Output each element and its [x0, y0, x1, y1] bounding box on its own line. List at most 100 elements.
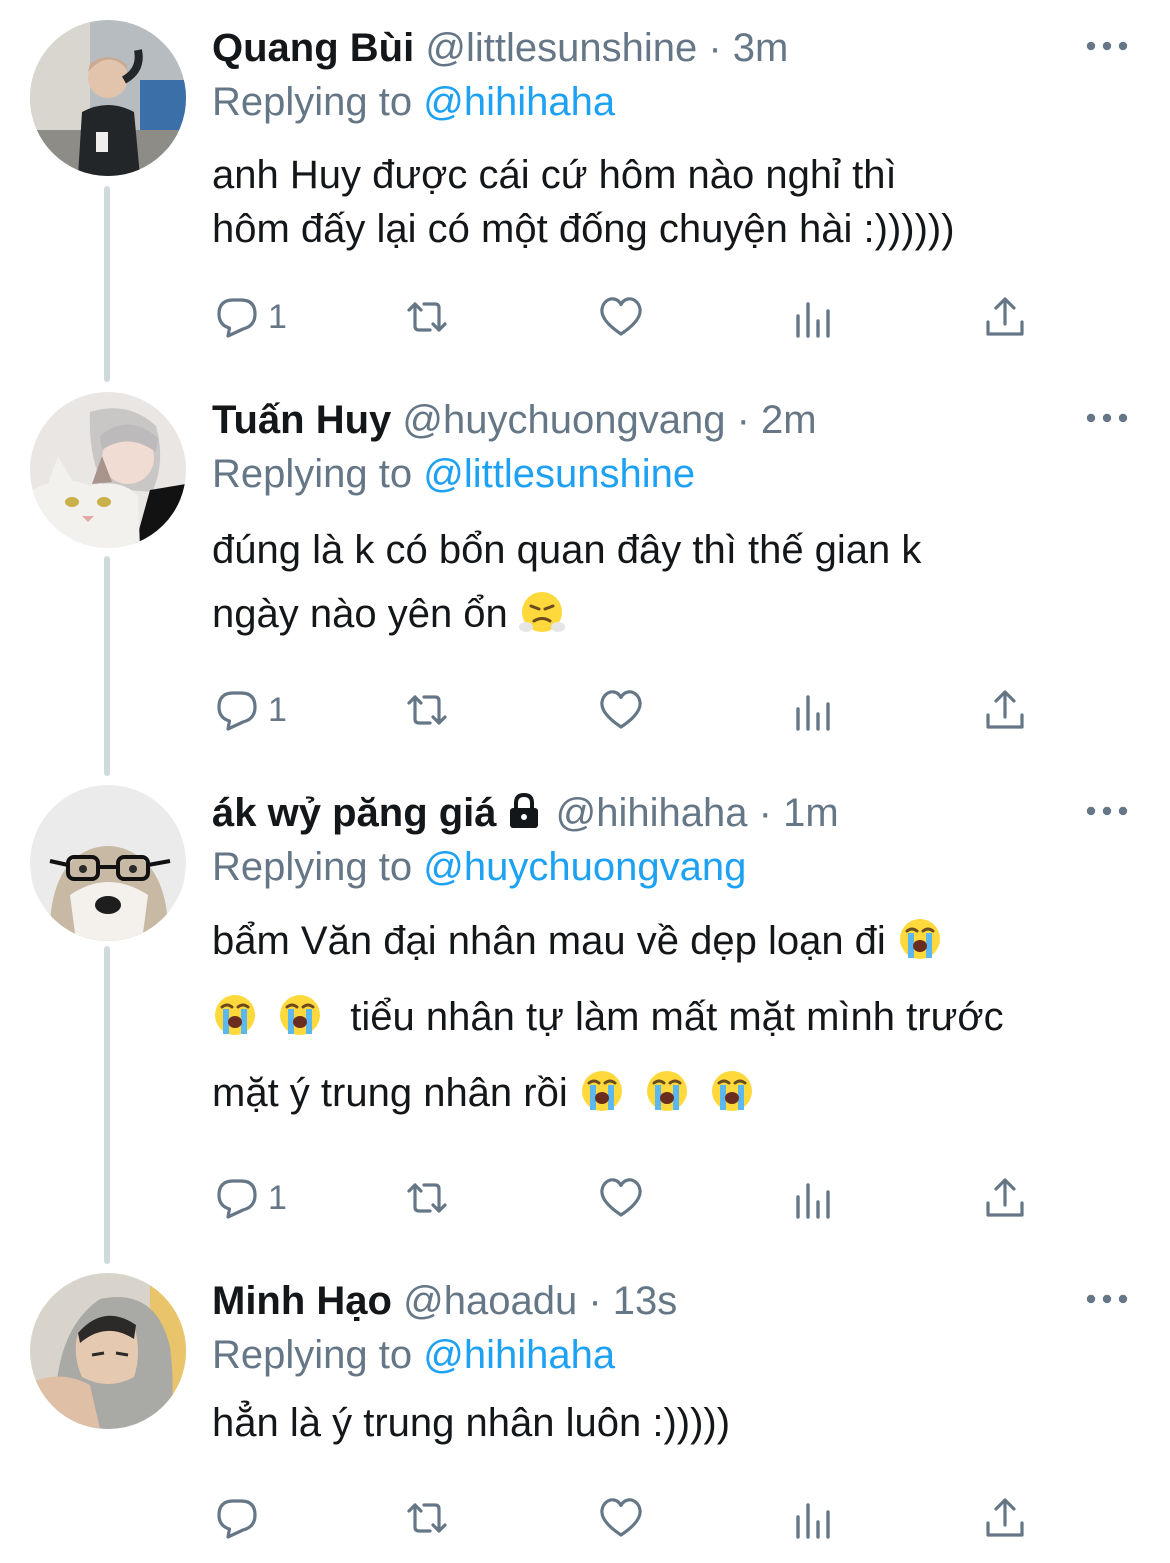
reply-button[interactable]: 1: [214, 1173, 287, 1223]
tweet-text-line: hôm đấy lại có một đống chuyện hài :))))…: [212, 207, 955, 251]
user-handle[interactable]: @huychuongvang: [402, 398, 725, 442]
tweet-text-line: mặt ý trung nhân rồi: [212, 1071, 568, 1115]
action-bar: 1: [212, 292, 1052, 342]
analytics-button[interactable]: [790, 685, 836, 735]
reply-target-link[interactable]: @huychuongvang: [423, 845, 746, 889]
avatar[interactable]: [30, 392, 186, 548]
analytics-icon: [796, 302, 830, 338]
like-icon: [600, 1178, 642, 1217]
separator: ·: [736, 398, 750, 442]
share-button[interactable]: [982, 292, 1028, 342]
analytics-button[interactable]: [790, 292, 836, 342]
like-button[interactable]: [598, 292, 644, 342]
display-name[interactable]: Quang Bùi: [212, 26, 414, 70]
replying-to: Replying to @huychuongvang: [212, 841, 1130, 893]
reply-target-link[interactable]: @hihihaha: [423, 80, 615, 124]
timestamp[interactable]: 3m: [733, 26, 789, 70]
tweet-text-line: bẩm Văn đại nhân mau về dẹp loạn đi: [212, 919, 886, 963]
more-icon[interactable]: [1084, 22, 1130, 74]
tweet-text-line: tiểu nhân tự làm mất mặt mình trước: [350, 995, 1004, 1039]
action-bar: 1: [212, 685, 1052, 735]
analytics-button[interactable]: [790, 1173, 836, 1223]
tweet[interactable]: ák wỷ păng giá @hihihaha · 1m Replying t…: [0, 775, 1170, 1265]
tweet[interactable]: Quang Bùi @littlesunshine · 3m Replying …: [0, 0, 1170, 380]
separator: ·: [588, 1279, 602, 1323]
like-button[interactable]: [598, 685, 644, 735]
retweet-icon: [407, 302, 447, 332]
retweet-icon: [407, 695, 447, 725]
retweet-button[interactable]: [404, 685, 450, 735]
timestamp[interactable]: 1m: [783, 791, 839, 835]
analytics-icon: [796, 1503, 830, 1539]
separator: ·: [708, 26, 722, 70]
retweet-button[interactable]: [404, 1493, 450, 1543]
timestamp[interactable]: 2m: [761, 398, 817, 442]
lock-icon: [509, 792, 538, 828]
reply-button[interactable]: [214, 1493, 268, 1543]
face-with-steam-from-nose-emoji: [518, 592, 565, 632]
tweet[interactable]: Minh Hạo @haoadu · 13s Replying to @hihi…: [0, 1265, 1170, 1563]
replying-to-label: Replying to: [212, 845, 413, 889]
reply-button[interactable]: 1: [214, 685, 287, 735]
display-name[interactable]: Tuấn Huy: [212, 398, 391, 442]
share-button[interactable]: [982, 1493, 1028, 1543]
loudly-crying-face-emoji: [712, 1071, 753, 1111]
retweet-button[interactable]: [404, 1173, 450, 1223]
reply-target-link[interactable]: @hihihaha: [423, 1333, 615, 1377]
like-icon: [600, 297, 642, 336]
loudly-crying-face-emoji: [581, 1071, 622, 1111]
user-handle[interactable]: @hihihaha: [556, 791, 748, 835]
avatar[interactable]: [30, 1273, 186, 1429]
replying-to-label: Replying to: [212, 1333, 413, 1377]
tweet-text-line: ngày nào yên ổn: [212, 592, 508, 636]
replying-to-label: Replying to: [212, 452, 413, 496]
tweet-text: đúng là k có bổn quan đây thì thế gian k…: [212, 518, 1130, 646]
share-button[interactable]: [982, 1173, 1028, 1223]
replying-to: Replying to @hihihaha: [212, 1329, 1130, 1381]
analytics-button[interactable]: [790, 1493, 836, 1543]
tweet-text: hẳn là ý trung nhân luôn :))))): [212, 1395, 1130, 1451]
avatar[interactable]: [30, 20, 186, 176]
display-name[interactable]: Minh Hạo: [212, 1279, 392, 1323]
replying-to-label: Replying to: [212, 80, 413, 124]
retweet-icon: [407, 1183, 447, 1213]
reply-button[interactable]: 1: [214, 292, 287, 342]
timestamp[interactable]: 13s: [613, 1279, 678, 1323]
loudly-crying-face-emoji: [280, 995, 321, 1035]
share-icon: [986, 297, 1024, 336]
share-button[interactable]: [982, 685, 1028, 735]
reply-target-link[interactable]: @littlesunshine: [423, 452, 695, 496]
retweet-icon: [407, 1503, 447, 1533]
separator: ·: [758, 791, 772, 835]
share-icon: [986, 1178, 1024, 1217]
loudly-crying-face-emoji: [899, 919, 940, 959]
reply-count: 1: [268, 297, 287, 336]
replying-to: Replying to @hihihaha: [212, 76, 1130, 128]
user-handle[interactable]: @haoadu: [403, 1279, 577, 1323]
share-icon: [986, 1498, 1024, 1537]
tweet-text-line: anh Huy được cái cứ hôm nào nghỉ thì: [212, 153, 897, 197]
like-button[interactable]: [598, 1173, 644, 1223]
tweet-text: bẩm Văn đại nhân mau về dẹp loạn đi tiểu…: [212, 903, 1130, 1131]
share-icon: [986, 690, 1024, 729]
tweet-text-line: đúng là k có bổn quan đây thì thế gian k: [212, 528, 922, 572]
analytics-icon: [796, 695, 830, 731]
loudly-crying-face-emoji: [215, 995, 255, 1035]
more-icon[interactable]: [1084, 787, 1130, 839]
like-icon: [600, 690, 642, 729]
more-icon[interactable]: [1084, 394, 1130, 446]
retweet-button[interactable]: [404, 292, 450, 342]
reply-icon: [217, 1179, 257, 1219]
more-icon[interactable]: [1084, 1275, 1130, 1327]
action-bar: [212, 1493, 1052, 1543]
replying-to: Replying to @littlesunshine: [212, 448, 1130, 500]
reply-icon: [217, 691, 257, 731]
reply-count: 1: [268, 1178, 287, 1217]
user-handle[interactable]: @littlesunshine: [425, 26, 697, 70]
tweet[interactable]: Tuấn Huy @huychuongvang · 2m Replying to…: [0, 380, 1170, 775]
display-name[interactable]: ák wỷ păng giá: [212, 791, 497, 835]
avatar[interactable]: [30, 785, 186, 941]
like-button[interactable]: [598, 1493, 644, 1543]
tweet-text-line: hẳn là ý trung nhân luôn :))))): [212, 1401, 731, 1445]
reply-icon: [217, 1499, 257, 1539]
